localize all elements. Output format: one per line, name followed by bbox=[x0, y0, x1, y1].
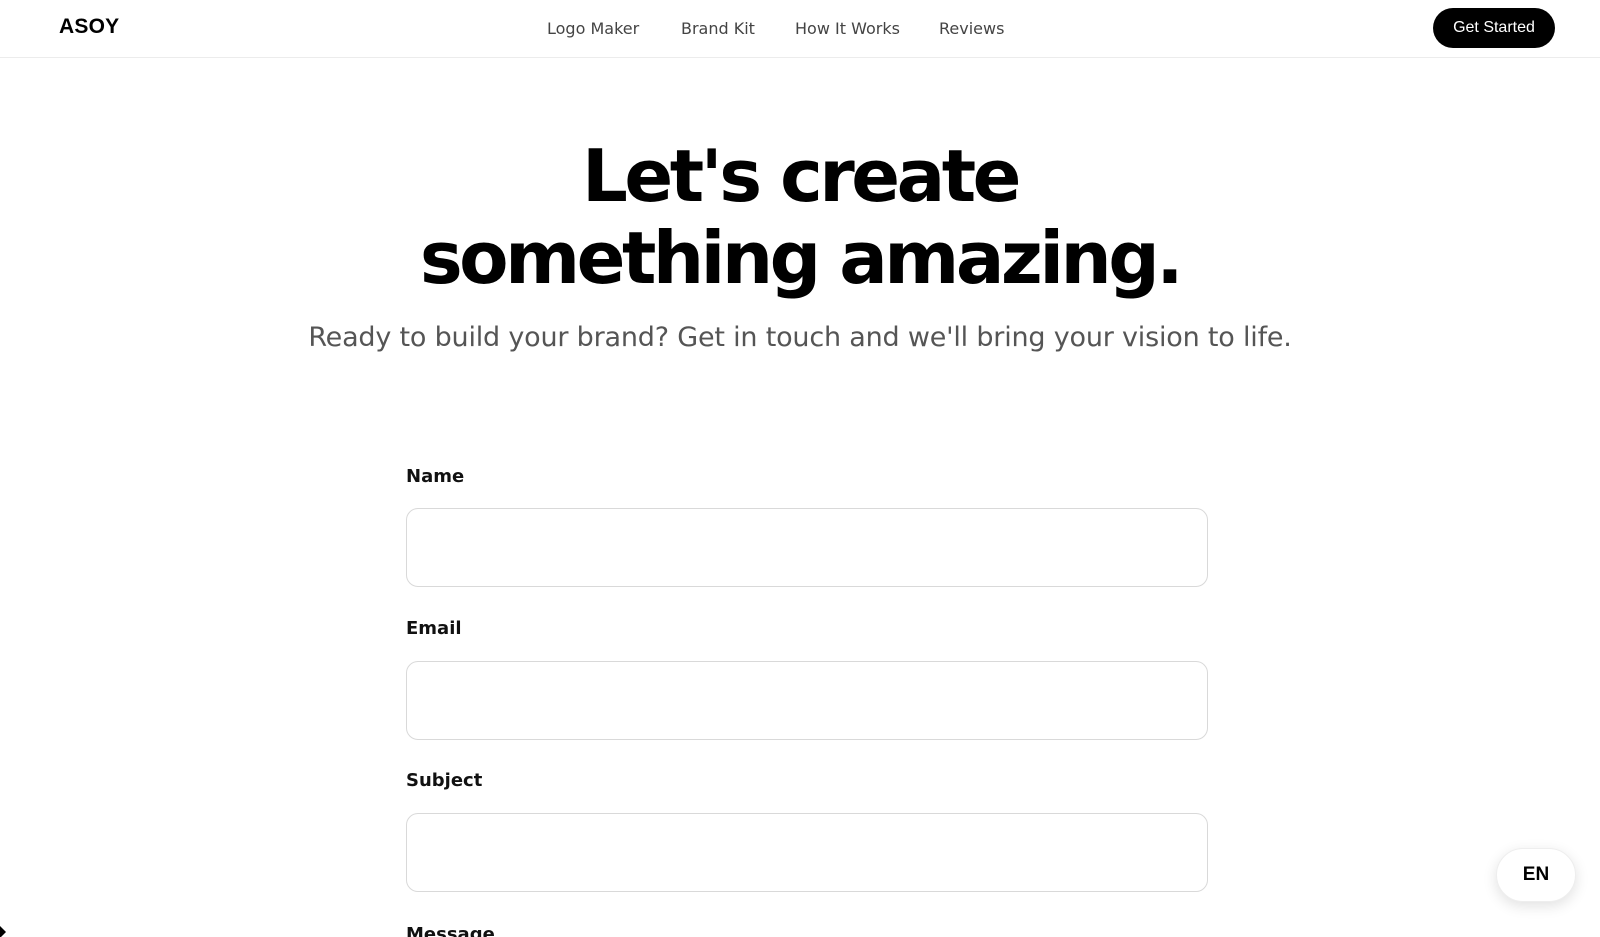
get-started-button[interactable]: Get Started bbox=[1433, 8, 1555, 48]
nav-reviews[interactable]: Reviews bbox=[939, 19, 1004, 38]
name-label: Name bbox=[406, 466, 465, 487]
language-switcher-button[interactable]: EN bbox=[1496, 848, 1576, 902]
site-header: ASOY Logo Maker Brand Kit How It Works R… bbox=[0, 0, 1600, 58]
hero-subtitle: Ready to build your brand? Get in touch … bbox=[308, 322, 1292, 353]
main-nav: Logo Maker Brand Kit How It Works Review… bbox=[0, 19, 1600, 41]
hero-title: Let's create something amazing. bbox=[0, 135, 1600, 299]
nav-brand-kit[interactable]: Brand Kit bbox=[681, 19, 755, 38]
subject-field[interactable] bbox=[406, 813, 1208, 892]
email-label: Email bbox=[406, 618, 462, 639]
corner-arrow-icon bbox=[0, 926, 6, 937]
hero-title-line-1: Let's create bbox=[582, 134, 1021, 218]
name-field[interactable] bbox=[406, 508, 1208, 587]
hero-title-line-2: something amazing. bbox=[419, 216, 1184, 300]
subject-label: Subject bbox=[406, 770, 483, 791]
nav-how-it-works[interactable]: How It Works bbox=[795, 19, 900, 38]
message-label: Message bbox=[406, 924, 495, 937]
email-field[interactable] bbox=[406, 661, 1208, 740]
nav-logo-maker[interactable]: Logo Maker bbox=[547, 19, 639, 38]
